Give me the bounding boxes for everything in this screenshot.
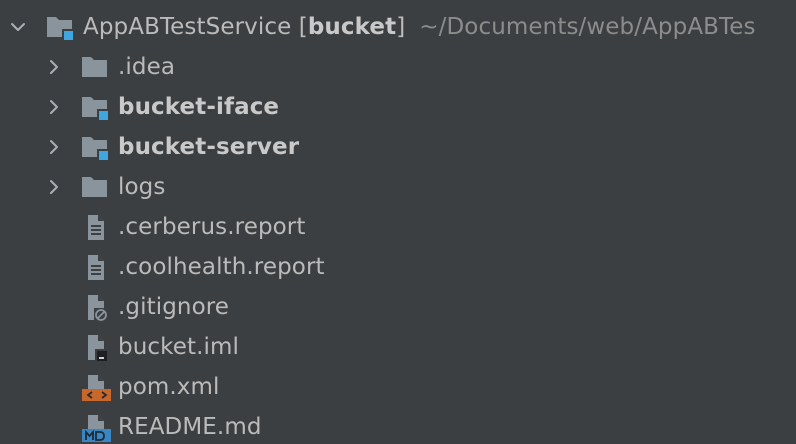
xml-file-icon [79,367,111,407]
folder-icon [79,167,111,207]
tree-item-label: logs [118,174,166,200]
tree-row-gitignore[interactable]: .gitignore [0,287,796,327]
module-folder-icon [79,127,111,167]
tree-item-label: .cerberus.report [118,214,306,240]
tree-row-bucket-server[interactable]: bucket-server [0,127,796,167]
tree-row-readme-md[interactable]: README.md [0,407,796,444]
module-folder-icon [44,7,76,47]
markdown-file-icon [79,407,111,444]
chevron-right-icon[interactable] [43,47,65,87]
tree-row-cerberus-report[interactable]: .cerberus.report [0,207,796,247]
chevron-right-icon[interactable] [43,127,65,167]
tree-row-bucket-iml[interactable]: bucket.iml [0,327,796,367]
module-folder-icon [79,87,111,127]
tree-item-label: .gitignore [118,294,230,320]
tree-item-label: .idea [118,54,176,80]
iml-file-icon [79,327,111,367]
tree-row-idea[interactable]: .idea [0,47,796,87]
folder-icon [79,47,111,87]
root-module-tag: [bucket] [299,14,406,40]
tree-row-coolhealth-report[interactable]: .coolhealth.report [0,247,796,287]
text-file-icon [79,207,111,247]
project-tree: AppABTestService [bucket] ~/Documents/web… [0,0,796,444]
chevron-down-icon[interactable] [7,7,29,47]
root-path: ~/Documents/web/AppABTes [419,14,756,40]
root-project-name: AppABTestService [83,14,292,40]
tree-row-root[interactable]: AppABTestService [bucket] ~/Documents/web… [0,7,796,47]
tree-item-label: .coolhealth.report [118,254,325,280]
tree-item-label: bucket.iml [118,334,239,360]
tree-row-pom-xml[interactable]: pom.xml [0,367,796,407]
tree-item-label: pom.xml [118,374,220,400]
tree-item-label: bucket-iface [118,94,280,120]
chevron-right-icon[interactable] [43,87,65,127]
chevron-right-icon[interactable] [43,167,65,207]
root-module-name: bucket [307,14,397,40]
root-module-open: [ [298,14,308,40]
tree-row-bucket-iface[interactable]: bucket-iface [0,87,796,127]
tree-item-label: README.md [118,414,262,440]
root-label: AppABTestService [bucket] ~/Documents/web… [83,7,756,47]
root-module-close: ] [396,14,406,40]
tree-row-logs[interactable]: logs [0,167,796,207]
text-file-icon [79,247,111,287]
ignored-file-icon [79,287,111,327]
tree-item-label: bucket-server [118,134,300,160]
